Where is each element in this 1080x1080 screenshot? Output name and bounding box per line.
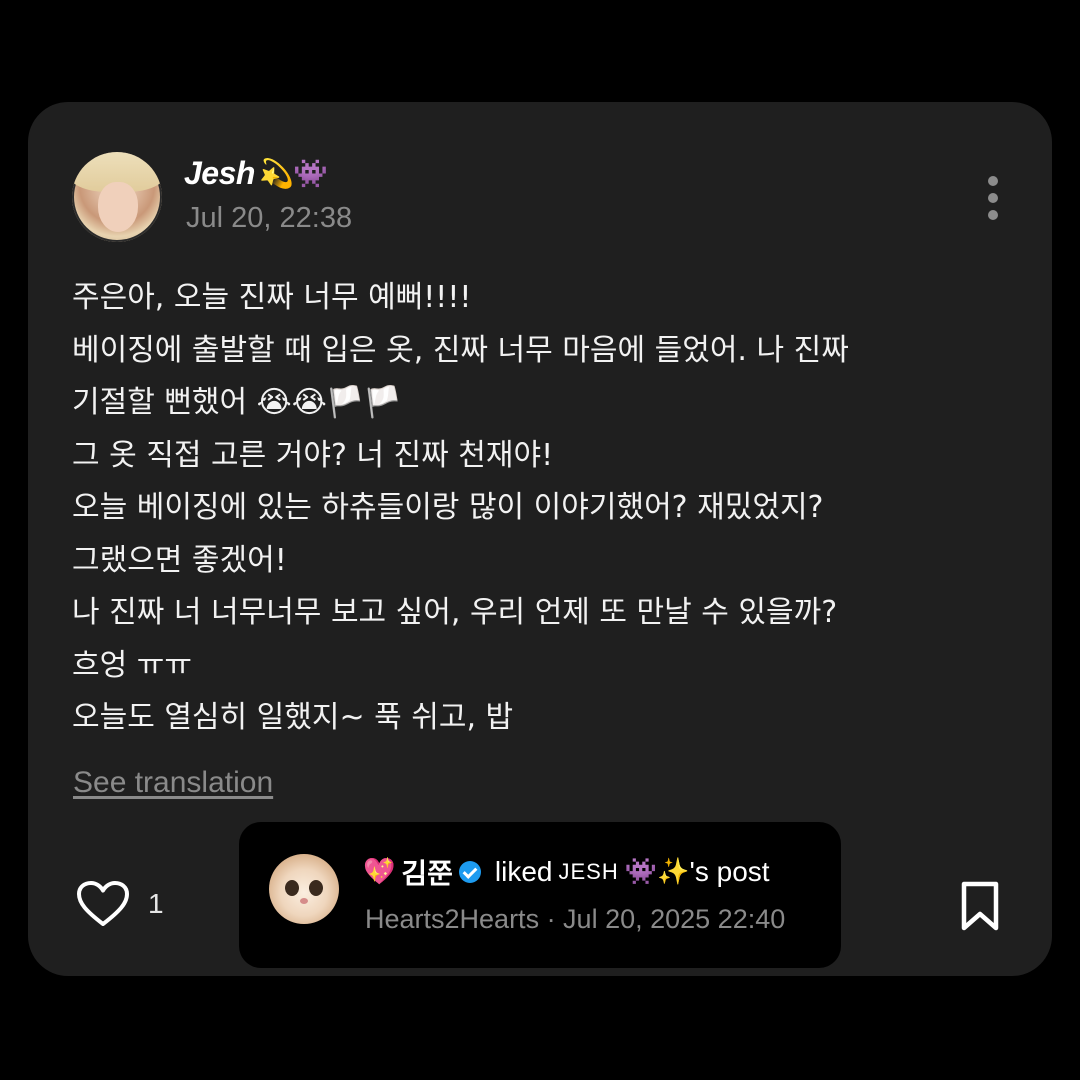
post-body-line: 기절할 뻔했어 😭😭🏳️🏳️ (72, 385, 402, 420)
notification-action: liked (494, 856, 553, 887)
target-emojis: 👾✨ (624, 857, 690, 887)
notification-text: 💖 김쭌 liked JESH 👾✨'s post (363, 852, 770, 892)
post-body-line: 베이징에 출발할 때 입은 옷, 진짜 너무 마음에 들었어. 나 진짜 (72, 332, 849, 368)
author-name-row[interactable]: Jesh 💫👾 (184, 152, 328, 194)
post-body-line: 그랬으면 좋겠어! (72, 542, 287, 578)
post-body-line: 주은아, 오늘 진짜 너무 예뻐!!!! (72, 280, 472, 315)
more-vertical-icon[interactable] (980, 172, 1006, 224)
like-count: 1 (148, 888, 164, 919)
more-dot (988, 210, 998, 220)
more-dot (988, 176, 998, 186)
avatar-eye (309, 880, 323, 896)
post-body-line: 오늘도 열심히 일했지~ 푹 쉬고, 밥 (72, 700, 514, 735)
author-name-emojis: 💫👾 (258, 157, 328, 189)
actor-name: 김쭌 (401, 857, 453, 890)
verified-badge-icon (458, 861, 481, 883)
post-body-line: 오늘 베이징에 있는 하츄들이랑 많이 이야기했어? 재밌었지? (72, 490, 824, 525)
avatar-face (98, 182, 138, 232)
notification-target: JESH (558, 859, 619, 884)
post-body-line: 그 옷 직접 고른 거야? 너 진짜 천재야! (72, 437, 554, 473)
author-avatar[interactable] (72, 152, 162, 242)
actor-avatar (269, 854, 339, 924)
screen: Jesh 💫👾 Jul 20, 22:38 주은아, 오늘 진짜 너무 예뻐!!… (0, 0, 1080, 1080)
heart-icon[interactable] (76, 880, 130, 928)
see-translation-link[interactable]: See translation (73, 766, 273, 800)
more-dot (988, 193, 998, 203)
bookmark-icon[interactable] (956, 880, 1004, 932)
like-button[interactable]: 1 (76, 880, 164, 928)
avatar-eye (285, 880, 299, 896)
post-body-line: 흐엉 ㅠㅠ (72, 647, 192, 683)
actor-emoji: 💖 (363, 857, 396, 887)
notification-suffix: 's post (689, 856, 770, 887)
post-timestamp: Jul 20, 22:38 (186, 202, 353, 234)
author-name[interactable]: Jesh (184, 155, 255, 192)
like-notification-toast[interactable]: 💖 김쭌 liked JESH 👾✨'s post Hearts2Hearts … (239, 822, 841, 968)
post-body-line: 나 진짜 너 너무너무 보고 싶어, 우리 언제 또 만날 수 있을까? (72, 595, 838, 630)
avatar-nose (300, 898, 308, 904)
notification-subtitle: Hearts2Hearts · Jul 20, 2025 22:40 (365, 904, 786, 934)
post-body: 주은아, 오늘 진짜 너무 예뻐!!!! 베이징에 출발할 때 입은 옷, 진짜… (72, 272, 1022, 745)
